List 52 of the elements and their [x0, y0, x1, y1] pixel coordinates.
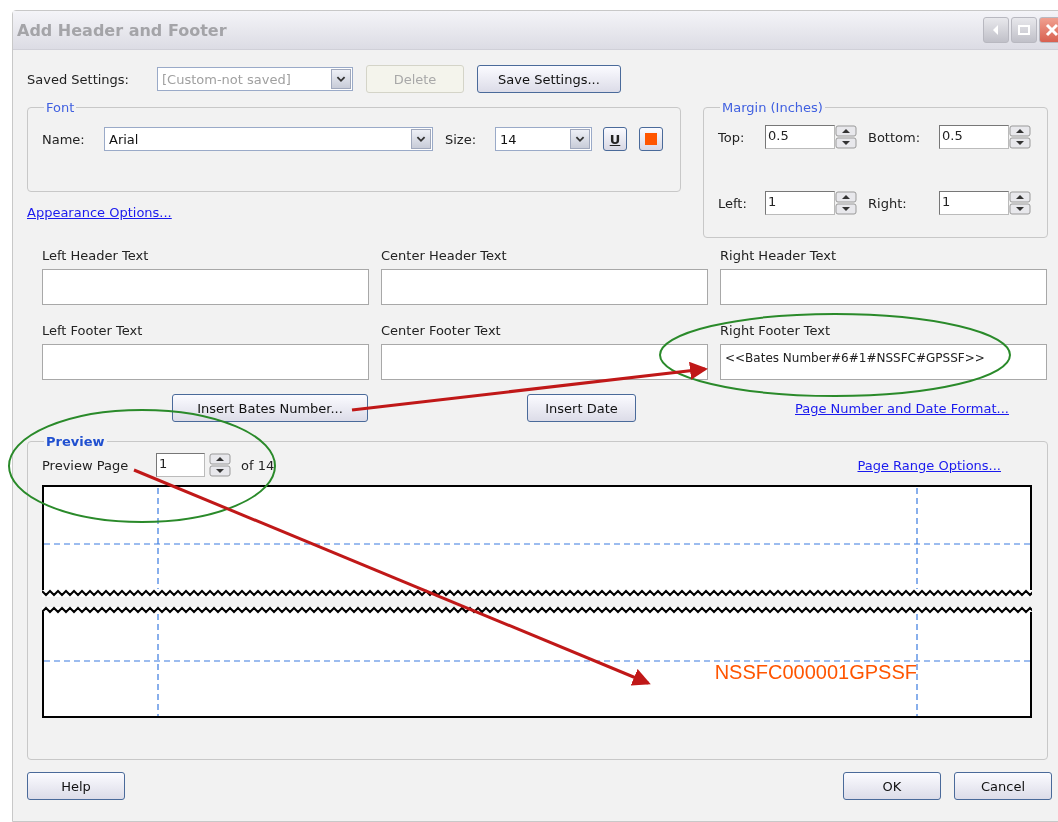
close-icon[interactable]: [1039, 17, 1058, 43]
save-settings-button[interactable]: Save Settings...: [477, 65, 621, 93]
font-size-label: Size:: [445, 131, 478, 147]
field-label: Left Footer Text: [42, 323, 144, 338]
insert-date-button[interactable]: Insert Date: [527, 394, 636, 422]
field-label: Left Header Text: [42, 248, 150, 263]
field-label: Right Footer Text: [720, 323, 832, 338]
field-label: Right Header Text: [720, 248, 838, 263]
field-label: Center Header Text: [381, 248, 508, 263]
margin-label: Bottom:: [868, 129, 922, 145]
font-color-button[interactable]: [639, 127, 663, 151]
font-legend: Font: [44, 100, 77, 115]
text-input-field[interactable]: [381, 344, 708, 380]
margin-field[interactable]: 1: [939, 191, 1009, 215]
appearance-options-link[interactable]: Appearance Options...: [27, 205, 681, 220]
margin-legend: Margin (Inches): [720, 100, 825, 115]
page-count: of 14: [241, 457, 275, 473]
saved-settings-label: Saved Settings:: [27, 71, 130, 87]
field-label: Center Footer Text: [381, 323, 502, 338]
preview-page-field[interactable]: 1: [156, 453, 205, 477]
margin-label: Right:: [868, 195, 908, 211]
font-name-dropdown[interactable]: Arial: [104, 127, 433, 151]
spinner-arrows-icon[interactable]: [1009, 191, 1031, 215]
caret-icon[interactable]: [411, 129, 431, 149]
text-input-field[interactable]: [42, 344, 369, 380]
underline-button[interactable]: U: [603, 127, 627, 151]
text-input-field[interactable]: [720, 269, 1047, 305]
spinner-arrows-icon[interactable]: [835, 191, 857, 215]
window-title: Add Header and Footer: [17, 20, 227, 40]
preview-legend: Preview: [44, 434, 107, 449]
spinner-arrows-icon[interactable]: [209, 453, 231, 477]
font-name-label: Name:: [42, 131, 86, 147]
spinner-arrows-icon[interactable]: [835, 125, 857, 149]
footer-preview-text: NSSFC000001GPSSF: [714, 661, 917, 684]
margin-label: Top:: [718, 129, 746, 145]
help-button[interactable]: Help: [27, 772, 125, 800]
insert-bates-number-button[interactable]: Insert Bates Number...: [172, 394, 368, 422]
margin-label: Left:: [718, 195, 748, 211]
spinner-arrows-icon[interactable]: [1009, 125, 1031, 149]
margin-field[interactable]: 0.5: [765, 125, 835, 149]
page-range-options-link[interactable]: Page Range Options...: [857, 457, 1001, 473]
text-input-field[interactable]: <<Bates Number#6#1#NSSFC#GPSSF>>: [720, 344, 1047, 380]
font-size-dropdown[interactable]: 14: [495, 127, 592, 151]
caret-icon[interactable]: [570, 129, 590, 149]
preview-page-label: Preview Page: [42, 457, 130, 473]
ok-button[interactable]: OK: [843, 772, 941, 800]
text-input-field[interactable]: [42, 269, 369, 305]
margin-field[interactable]: 1: [765, 191, 835, 215]
page-number-date-format-link[interactable]: Page Number and Date Format...: [795, 400, 1009, 416]
margin-field[interactable]: 0.5: [939, 125, 1009, 149]
text-input-field[interactable]: [381, 269, 708, 305]
cancel-button[interactable]: Cancel: [954, 772, 1052, 800]
